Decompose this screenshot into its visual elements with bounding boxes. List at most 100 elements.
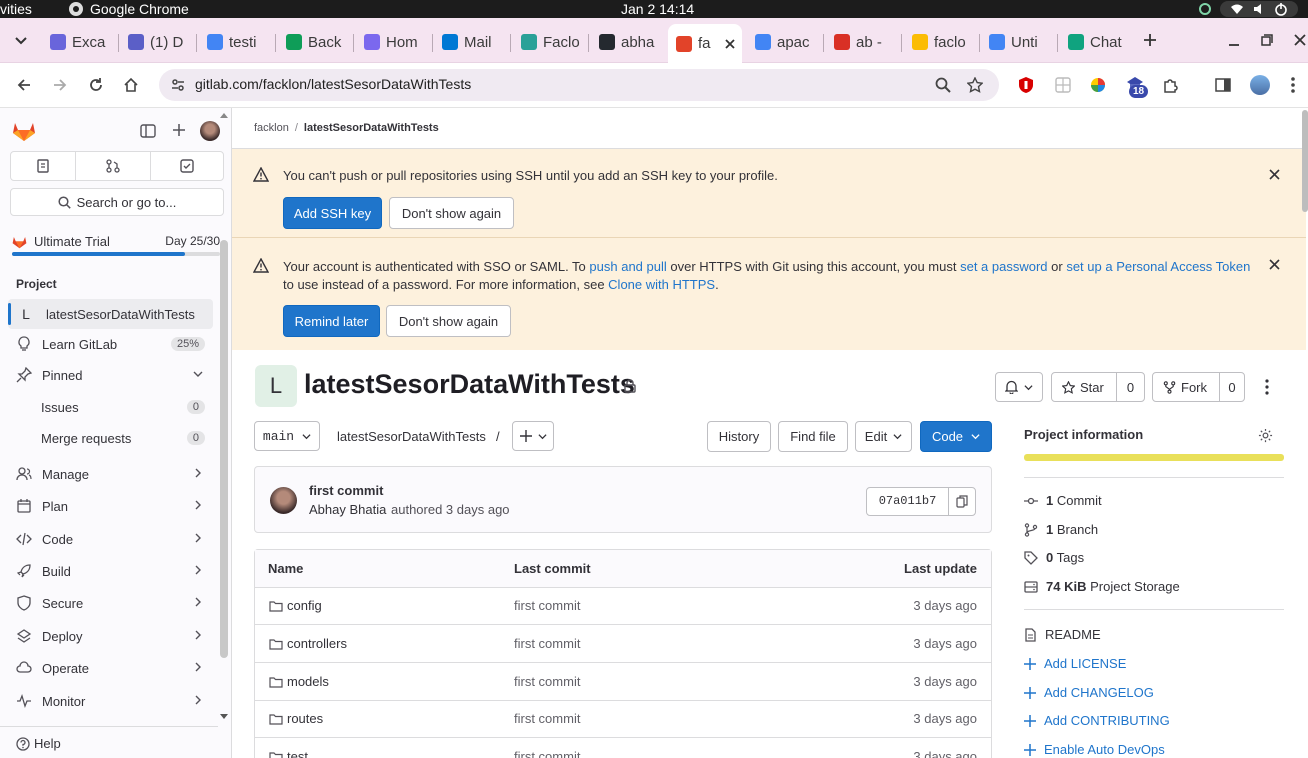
extension-shield-icon[interactable] <box>1017 76 1035 94</box>
minimize-icon[interactable] <box>1228 35 1240 47</box>
sidebar-item-code[interactable]: Code <box>8 524 213 554</box>
last-commit-cell[interactable]: first commit <box>514 598 580 613</box>
activities-label[interactable]: vities <box>0 0 32 18</box>
settings-gear-icon[interactable] <box>1258 428 1273 443</box>
forward-icon[interactable] <box>52 77 68 93</box>
clock[interactable]: Jan 2 14:14 <box>621 0 694 18</box>
find-file-button[interactable]: Find file <box>778 421 848 452</box>
clone-with-https-link[interactable]: Clone with HTTPS <box>608 277 715 292</box>
enable-auto-devops-link[interactable]: Enable Auto DevOps <box>1024 742 1165 757</box>
close-icon[interactable] <box>1269 259 1280 270</box>
commit-title[interactable]: first commit <box>309 483 383 498</box>
table-row[interactable]: models first commit 3 days ago <box>255 663 991 701</box>
browser-tab[interactable]: Exca <box>50 24 110 60</box>
sidebar-item-operate[interactable]: Operate <box>8 653 213 683</box>
tab-list-chevron-icon[interactable] <box>14 35 28 47</box>
system-status-pill[interactable] <box>1220 1 1298 17</box>
restore-icon[interactable] <box>1261 34 1273 46</box>
browser-tab[interactable]: Chat <box>1068 24 1128 60</box>
last-commit-cell[interactable]: first commit <box>514 749 580 758</box>
browser-menu-icon[interactable] <box>1290 76 1296 94</box>
tab-close-icon[interactable] <box>724 38 735 49</box>
sidebar-item-plan[interactable]: Plan <box>8 491 213 521</box>
browser-tab[interactable]: testi <box>207 24 267 60</box>
notifications-button[interactable] <box>995 372 1043 402</box>
scroll-down-arrow-icon[interactable] <box>220 714 228 720</box>
set-password-link[interactable]: set a password <box>960 259 1047 274</box>
address-bar[interactable]: gitlab.com/facklon/latestSesorDataWithTe… <box>159 69 999 101</box>
extension-grid-icon[interactable] <box>1054 76 1072 94</box>
last-commit-cell[interactable]: first commit <box>514 636 580 651</box>
breadcrumb-group[interactable]: facklon <box>254 122 289 134</box>
reload-icon[interactable] <box>88 77 104 93</box>
repo-path[interactable]: latestSesorDataWithTests <box>337 429 486 444</box>
sidebar-item-manage[interactable]: Manage <box>8 459 213 489</box>
todos-shortcut-button[interactable] <box>150 151 224 181</box>
dont-show-again-button[interactable]: Don't show again <box>386 305 511 337</box>
file-name-cell[interactable]: config <box>269 598 322 613</box>
sidebar-item-issues[interactable]: Issues 0 <box>8 392 213 422</box>
sidebar-scroll-thumb[interactable] <box>220 240 228 658</box>
history-button[interactable]: History <box>707 421 771 452</box>
browser-tab[interactable]: Mail <box>442 24 502 60</box>
tags-stat[interactable]: 0 Tags <box>1024 550 1084 565</box>
browser-tab-active[interactable]: fa <box>668 24 742 63</box>
commits-stat[interactable]: 1 Commit <box>1024 493 1102 508</box>
sidebar-item-pinned[interactable]: Pinned <box>8 360 213 390</box>
add-ssh-key-button[interactable]: Add SSH key <box>283 197 382 229</box>
browser-tab[interactable]: faclo <box>912 24 972 60</box>
file-name[interactable]: routes <box>287 711 323 726</box>
branch-selector[interactable]: main <box>254 421 320 451</box>
star-button[interactable]: Star <box>1051 372 1117 402</box>
browser-tab[interactable]: apac <box>755 24 815 60</box>
active-app[interactable]: Google Chrome <box>68 0 189 18</box>
add-to-tree-button[interactable] <box>512 421 554 451</box>
trial-widget[interactable]: Ultimate Trial Day 25/30 <box>12 232 222 260</box>
page-scroll-thumb[interactable] <box>1302 110 1308 212</box>
table-row[interactable]: config first commit 3 days ago <box>255 587 991 625</box>
branches-stat[interactable]: 1 Branch <box>1024 522 1098 537</box>
create-new-icon[interactable] <box>172 123 186 137</box>
gitlab-logo-icon[interactable] <box>12 120 36 142</box>
browser-tab[interactable]: (1) D <box>128 24 188 60</box>
sidebar-item-secure[interactable]: Secure <box>8 588 213 618</box>
zoom-search-icon[interactable] <box>935 77 951 93</box>
add-contributing-link[interactable]: Add CONTRIBUTING <box>1024 713 1170 728</box>
merge-requests-shortcut-button[interactable] <box>75 151 151 181</box>
file-name-cell[interactable]: routes <box>269 711 323 726</box>
dont-show-again-button[interactable]: Don't show again <box>389 197 514 229</box>
extension-colorwheel-icon[interactable] <box>1089 76 1107 94</box>
storage-stat[interactable]: 74 KiB Project Storage <box>1024 579 1180 594</box>
file-name-cell[interactable]: controllers <box>269 636 347 651</box>
file-name[interactable]: models <box>287 674 329 689</box>
browser-tab[interactable]: Faclo <box>521 24 581 60</box>
issues-shortcut-button[interactable] <box>10 151 76 181</box>
browser-tab[interactable]: abha <box>599 24 657 60</box>
add-changelog-link[interactable]: Add CHANGELOG <box>1024 685 1154 700</box>
star-count[interactable]: 0 <box>1116 372 1145 402</box>
readme-link[interactable]: README <box>1024 627 1101 642</box>
sidebar-item-build[interactable]: Build <box>8 556 213 586</box>
home-icon[interactable] <box>123 77 139 93</box>
fork-button[interactable]: Fork <box>1152 372 1220 402</box>
sidebar-item-merge-requests[interactable]: Merge requests 0 <box>8 423 213 453</box>
sidebar-item-project[interactable]: L latestSesorDataWithTests <box>8 299 213 329</box>
edit-dropdown-button[interactable]: Edit <box>855 421 912 452</box>
side-panel-icon[interactable] <box>1215 77 1231 93</box>
author-avatar[interactable] <box>270 487 297 514</box>
site-info-icon[interactable] <box>171 78 185 92</box>
back-icon[interactable] <box>16 77 32 93</box>
url-text[interactable]: gitlab.com/facklon/latestSesorDataWithTe… <box>195 76 471 92</box>
last-commit-cell[interactable]: first commit <box>514 674 580 689</box>
browser-tab[interactable]: Hom <box>364 24 424 60</box>
close-window-icon[interactable] <box>1294 34 1306 46</box>
last-commit-cell[interactable]: first commit <box>514 711 580 726</box>
breadcrumb-project[interactable]: latestSesorDataWithTests <box>304 122 439 134</box>
sidebar-scrollbar[interactable] <box>218 108 230 726</box>
copy-sha-button[interactable] <box>948 487 976 516</box>
push-pull-link[interactable]: push and pull <box>589 259 666 274</box>
user-avatar[interactable] <box>200 121 220 141</box>
sidebar-item-monitor[interactable]: Monitor <box>8 686 213 716</box>
browser-tab[interactable]: Back <box>286 24 346 60</box>
table-row[interactable]: controllers first commit 3 days ago <box>255 625 991 663</box>
